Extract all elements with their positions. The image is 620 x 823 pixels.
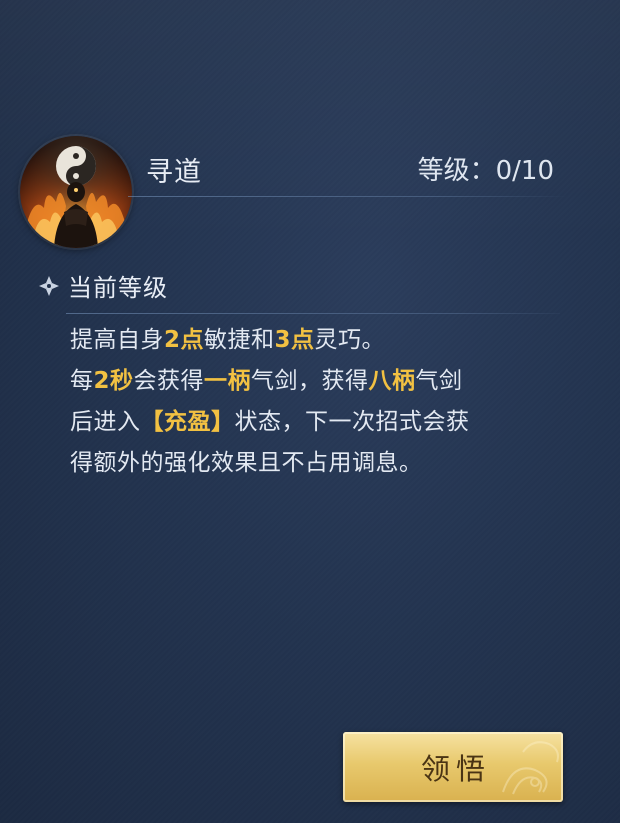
- skill-name: 寻道: [146, 157, 202, 188]
- desc-highlight: 【充盈】: [140, 409, 235, 435]
- desc-text: 每: [70, 368, 94, 394]
- level-value: 0/10: [495, 156, 554, 186]
- desc-highlight: 2秒: [93, 368, 134, 394]
- header-divider: [128, 196, 568, 197]
- desc-text: 得额外的强化效果且不占用调息。: [70, 450, 423, 476]
- taiji-cultivator-icon[interactable]: [20, 136, 132, 248]
- description-line: 每2秒会获得一柄气剑，获得八柄气剑: [70, 361, 570, 402]
- description-line: 提高自身2点敏捷和3点灵巧。: [70, 320, 570, 361]
- desc-highlight: 一柄: [204, 368, 252, 394]
- section-header: 当前等级: [38, 268, 168, 303]
- comprehend-button-label: 领悟: [420, 752, 491, 786]
- section-divider: [66, 313, 560, 314]
- desc-text: 状态，下一次招式会获: [234, 409, 470, 435]
- desc-text: 气剑，获得: [251, 368, 369, 394]
- desc-highlight: 2点: [164, 327, 205, 353]
- desc-text: 气剑: [415, 368, 463, 394]
- comprehend-button[interactable]: 领悟: [343, 732, 563, 802]
- skill-description: 提高自身2点敏捷和3点灵巧。 每2秒会获得一柄气剑，获得八柄气剑 后进入【充盈】…: [70, 320, 570, 484]
- skill-detail-panel: 寻道 等级：0/10 当前等级 提高自身2点敏捷和3点灵巧。 每2秒会获得一柄气…: [0, 0, 620, 823]
- desc-text: 敏捷和: [204, 327, 275, 353]
- desc-text: 会获得: [133, 368, 205, 394]
- desc-highlight: 八柄: [368, 368, 416, 394]
- desc-highlight: 3点: [274, 327, 315, 353]
- skill-level: 等级：0/10: [418, 150, 554, 187]
- description-line: 后进入【充盈】状态，下一次招式会获: [70, 402, 570, 443]
- desc-text: 提高自身: [70, 327, 164, 353]
- diamond-ornament-icon: [38, 275, 60, 297]
- desc-text: 灵巧。: [314, 327, 386, 353]
- section-title: 当前等级: [68, 274, 168, 302]
- desc-text: 后进入: [70, 409, 141, 435]
- level-label: 等级：: [417, 156, 496, 186]
- description-line: 得额外的强化效果且不占用调息。: [70, 443, 570, 484]
